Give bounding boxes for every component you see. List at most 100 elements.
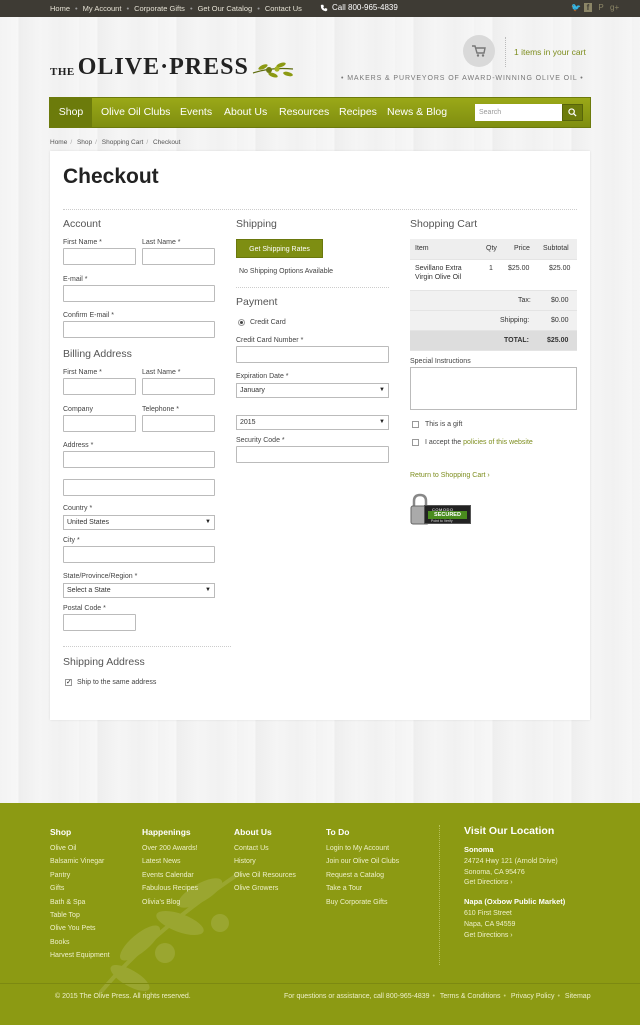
telephone-field[interactable] <box>142 415 215 432</box>
address-line1-field[interactable] <box>63 451 215 468</box>
search-button[interactable] <box>562 104 583 121</box>
top-link-my-account[interactable]: My Account <box>83 4 122 13</box>
nav-item-about-us[interactable]: About Us <box>224 98 267 127</box>
footer-link[interactable]: Balsamic Vinegar <box>50 858 110 868</box>
account-first-name-field[interactable] <box>63 248 136 265</box>
footer-link[interactable]: Join our Olive Oil Clubs <box>326 858 399 868</box>
nav-item-olive-oil-clubs[interactable]: Olive Oil Clubs <box>101 98 170 127</box>
breadcrumb-shopping-cart[interactable]: Shopping Cart <box>102 139 144 146</box>
badge-verify: Point to Verify <box>431 519 453 523</box>
divider <box>236 287 389 288</box>
col-qty: Qty <box>486 245 497 252</box>
cart-heading: Shopping Cart <box>410 218 478 230</box>
nav-item-recipes[interactable]: Recipes <box>339 98 377 127</box>
search-input[interactable]: Search <box>475 104 563 121</box>
footer-bottom-links: For questions or assistance, call 800-96… <box>284 993 591 1000</box>
city-label: City * <box>63 537 80 544</box>
page-title: Checkout <box>63 165 159 188</box>
facebook-icon[interactable]: f <box>584 3 592 12</box>
footer-link[interactable]: Over 200 Awards! <box>142 845 198 855</box>
cart-table: Item Qty Price Subtotal Sevillano Extra … <box>410 239 577 351</box>
ship-same-label: Ship to the same address <box>77 679 157 686</box>
footer-link[interactable]: Olive Oil <box>50 845 110 855</box>
footer-link[interactable]: Login to My Account <box>326 845 399 855</box>
footer-link[interactable]: Books <box>50 939 110 949</box>
google-plus-icon[interactable]: g+ <box>610 3 619 12</box>
footer-link[interactable]: Events Calendar <box>142 872 198 882</box>
privacy-link[interactable]: Privacy Policy <box>511 993 555 1000</box>
company-field[interactable] <box>63 415 136 432</box>
email-field[interactable] <box>63 285 215 302</box>
footer-link[interactable]: Latest News <box>142 858 198 868</box>
search-icon <box>568 108 577 117</box>
footer-link[interactable]: Buy Corporate Gifts <box>326 899 399 909</box>
sonoma-directions-link[interactable]: Get Directions › <box>464 879 565 886</box>
separator-dot: • <box>189 4 193 13</box>
nav-item-events[interactable]: Events <box>180 98 212 127</box>
site-logo[interactable]: THE OLIVE·PRESS <box>50 54 295 81</box>
return-to-cart-link[interactable]: Return to Shopping Cart › <box>410 472 490 479</box>
footer-link[interactable]: Bath & Spa <box>50 899 110 909</box>
breadcrumb-shop[interactable]: Shop <box>77 139 92 146</box>
footer-link[interactable]: Take a Tour <box>326 885 399 895</box>
twitter-icon[interactable]: 🐦 <box>571 3 581 12</box>
pinterest-icon[interactable]: P <box>597 3 605 12</box>
footer-link[interactable]: Table Top <box>50 912 110 922</box>
footer-link[interactable]: Olivia's Blog <box>142 899 198 909</box>
nav-item-resources[interactable]: Resources <box>279 98 329 127</box>
footer-link[interactable]: Olive Growers <box>234 885 296 895</box>
footer-link[interactable]: Fabulous Recipes <box>142 885 198 895</box>
top-link-catalog[interactable]: Get Our Catalog <box>198 4 253 13</box>
top-bar: Home • My Account • Corporate Gifts • Ge… <box>0 0 640 17</box>
terms-link[interactable]: Terms & Conditions <box>440 993 501 1000</box>
top-link-home[interactable]: Home <box>50 4 70 13</box>
footer-link[interactable]: Harvest Equipment <box>50 952 110 962</box>
footer-link[interactable]: Gifts <box>50 885 110 895</box>
country-select[interactable]: United States ▼ <box>63 515 215 530</box>
footer-link[interactable]: History <box>234 858 296 868</box>
napa-directions-link[interactable]: Get Directions › <box>464 932 565 939</box>
ship-same-checkbox[interactable]: ✓ <box>65 679 72 686</box>
exp-year-select[interactable]: 2015 ▼ <box>236 415 389 430</box>
telephone-label: Telephone * <box>142 406 179 413</box>
address-line2-field[interactable] <box>63 479 215 496</box>
account-last-name-field[interactable] <box>142 248 215 265</box>
divider <box>63 646 231 647</box>
accept-policies-checkbox[interactable] <box>412 439 419 446</box>
credit-card-radio[interactable] <box>238 319 245 326</box>
footer: Shop Olive Oil Balsamic Vinegar Pantry G… <box>0 803 640 1025</box>
dropdown-arrow-icon: ▼ <box>205 519 211 525</box>
exp-month-select[interactable]: January ▼ <box>236 383 389 398</box>
footer-link[interactable]: Olive You Pets <box>50 925 110 935</box>
cart-summary[interactable]: 1 items in your cart <box>505 37 586 67</box>
billing-first-name-field[interactable] <box>63 378 136 395</box>
visit-location: Visit Our Location Sonoma 24724 Hwy 121 … <box>439 825 565 965</box>
nav-item-news-blog[interactable]: News & Blog <box>387 98 447 127</box>
city-field[interactable] <box>63 546 215 563</box>
account-heading: Account <box>63 218 101 230</box>
nav-item-shop[interactable]: Shop <box>50 98 92 127</box>
top-phone[interactable]: Call 800-965-4839 <box>320 3 398 12</box>
exp-year-value: 2015 <box>240 419 256 426</box>
confirm-email-field[interactable] <box>63 321 215 338</box>
security-code-field[interactable] <box>236 446 389 463</box>
sitemap-link[interactable]: Sitemap <box>565 993 591 1000</box>
top-link-contact[interactable]: Contact Us <box>265 4 302 13</box>
gift-checkbox[interactable] <box>412 421 419 428</box>
special-instructions-textarea[interactable] <box>410 367 577 410</box>
table-row: Sevillano Extra Virgin Olive Oil 1 $25.0… <box>410 260 577 291</box>
top-link-corporate-gifts[interactable]: Corporate Gifts <box>134 4 185 13</box>
breadcrumb-home[interactable]: Home <box>50 139 67 146</box>
state-select[interactable]: Select a State ▼ <box>63 583 215 598</box>
postal-field[interactable] <box>63 614 136 631</box>
footer-link[interactable]: Pantry <box>50 872 110 882</box>
footer-link[interactable]: Request a Catalog <box>326 872 399 882</box>
policies-link[interactable]: policies of this website <box>463 439 533 446</box>
cart-button[interactable] <box>463 35 495 67</box>
comodo-secured-badge[interactable]: COMODO SECURED Point to Verify <box>410 493 472 526</box>
card-number-field[interactable] <box>236 346 389 363</box>
footer-link[interactable]: Contact Us <box>234 845 296 855</box>
billing-last-name-field[interactable] <box>142 378 215 395</box>
footer-link[interactable]: Olive Oil Resources <box>234 872 296 882</box>
get-shipping-rates-button[interactable]: Get Shipping Rates <box>236 239 323 258</box>
